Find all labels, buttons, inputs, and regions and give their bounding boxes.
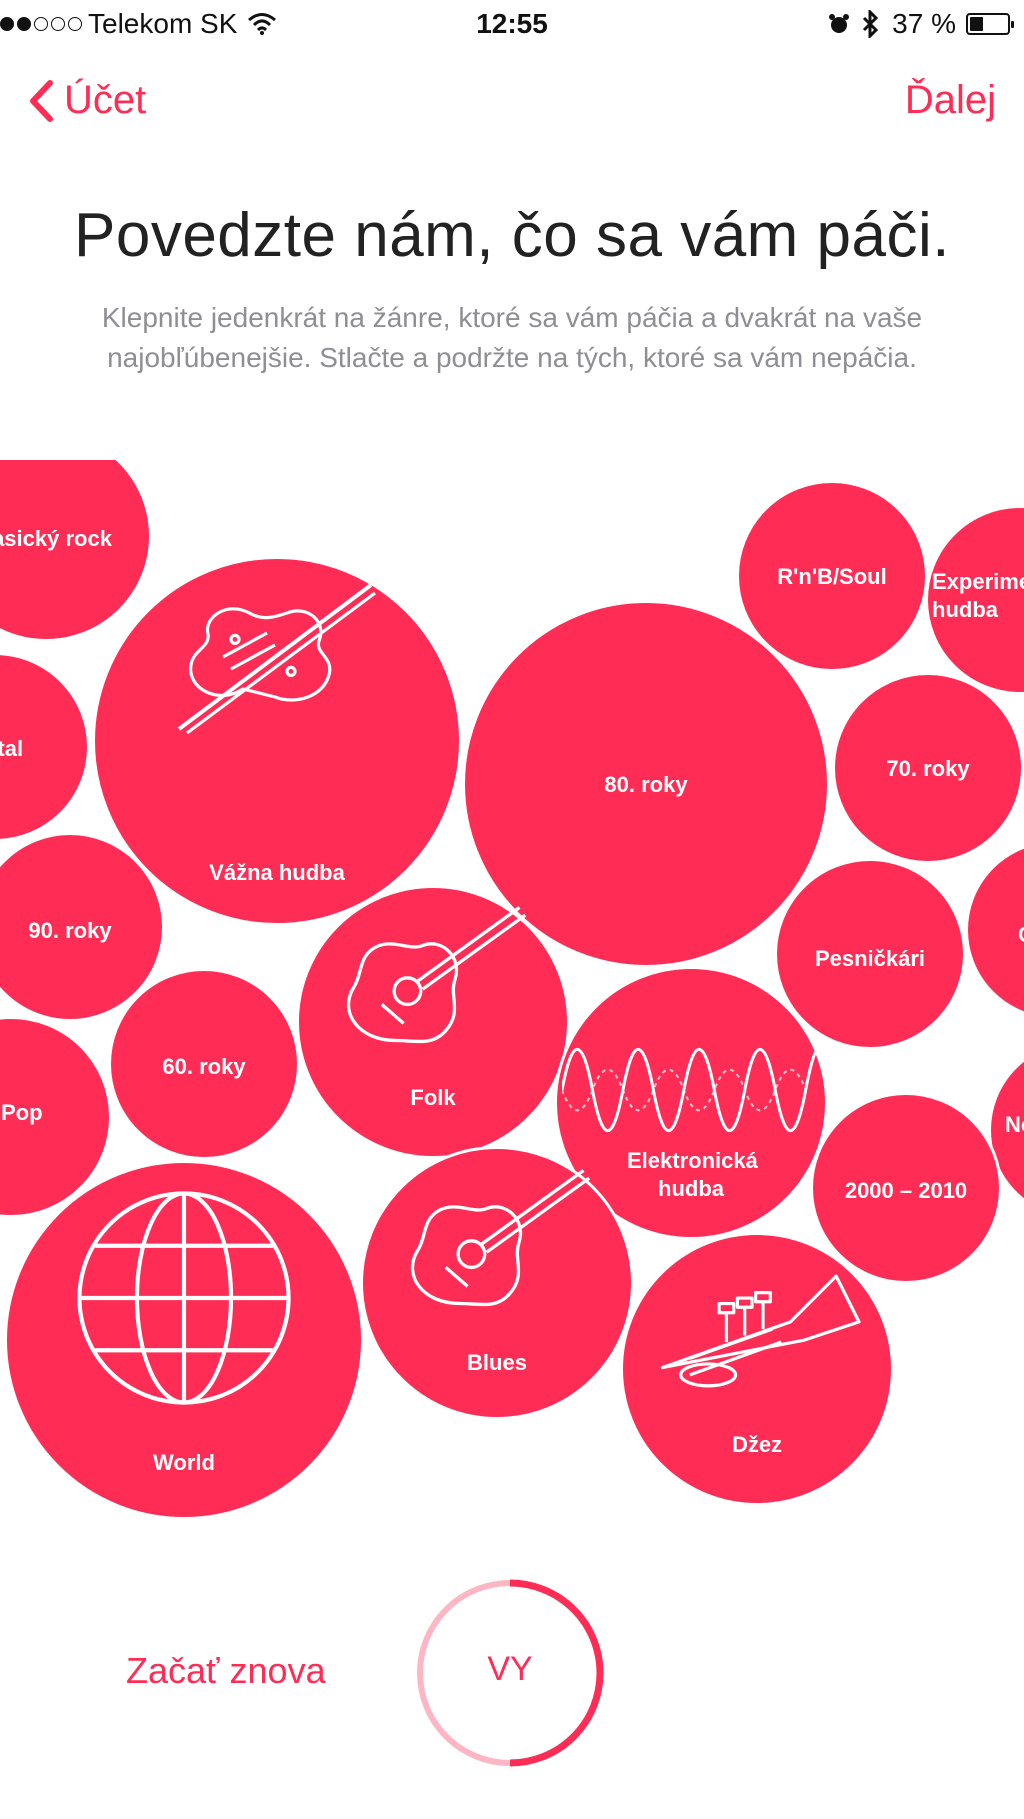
genre-label: New age — [1005, 1112, 1024, 1137]
genre-label: Elektronická hudba — [627, 1148, 758, 1201]
genre-label: Metal — [0, 736, 24, 761]
status-bar: Telekom SK 12:55 37 % — [0, 0, 1024, 52]
genre-label: Blues — [467, 1350, 527, 1375]
page-subtitle: Klepnite jedenkrát na žánre, ktoré sa vá… — [101, 302, 923, 373]
genre-bubbles: Klasický rock Metal Vážna hudba R'n'B/So… — [0, 460, 1024, 1540]
bluetooth-icon — [863, 10, 879, 38]
alarm-icon — [829, 14, 850, 33]
genre-bubble-60-roky[interactable]: 60. roky — [108, 968, 300, 1160]
genre-label: Klasický rock — [0, 526, 112, 551]
genre-bubble-klasicky-rock[interactable]: Klasický rock — [0, 460, 152, 642]
genre-label: 90. roky — [28, 918, 112, 943]
genre-label: Pop — [1, 1100, 43, 1125]
genre-label: 80. roky — [604, 772, 688, 797]
genre-label: Experimentálna hudba — [932, 569, 1024, 622]
page-title: Povedzte nám, čo sa vám páči. — [73, 201, 951, 270]
genre-bubble-pesnickari[interactable]: Pesničkári — [774, 858, 966, 1050]
guitar-icon — [346, 906, 527, 1044]
genre-label: World — [153, 1450, 215, 1475]
genre-bubble-vazna-hudba[interactable]: Vážna hudba — [92, 556, 462, 926]
status-right: 37 % — [828, 8, 1014, 40]
genre-bubble-country[interactable]: Country — [965, 840, 1024, 1020]
globe-icon — [77, 1191, 291, 1405]
you-label: VY — [487, 1650, 533, 1688]
genre-label: 2000 – 2010 — [844, 1178, 968, 1203]
battery-percent: 37 % — [892, 8, 956, 39]
genre-label: Pesničkári — [814, 946, 926, 971]
back-label: Účet — [64, 78, 147, 122]
genre-bubble-dzez[interactable]: Džez — [620, 1232, 894, 1506]
battery-icon — [966, 13, 1014, 35]
genre-label: Džez — [731, 1432, 783, 1457]
genre-bubble-metal[interactable]: Metal — [0, 652, 90, 842]
genre-bubble-70-roky[interactable]: 70. roky — [832, 672, 1024, 864]
violin-icon — [177, 583, 376, 735]
navigation-bar: Účet Ďalej — [0, 62, 1024, 142]
genre-label: Folk — [410, 1085, 456, 1110]
genre-label: R'n'B/Soul — [777, 564, 887, 589]
chevron-left-icon — [30, 79, 53, 122]
guitar-icon — [410, 1169, 591, 1307]
genre-label: Country — [968, 921, 1024, 949]
genre-bubble-experimental[interactable]: Experimentálna hudba — [925, 505, 1024, 695]
restart-button[interactable]: Začať znova — [126, 1650, 326, 1692]
back-button[interactable]: Účet — [28, 78, 146, 123]
trumpet-icon — [660, 1274, 861, 1388]
genre-bubble-world[interactable]: World — [4, 1160, 364, 1520]
genre-bubble-blues[interactable]: Blues — [360, 1146, 634, 1420]
genre-label: 60. roky — [162, 1054, 246, 1079]
genre-bubble-2000-2010[interactable]: 2000 – 2010 — [810, 1092, 1002, 1284]
genre-label: 70. roky — [886, 756, 970, 781]
genre-bubble-folk[interactable]: Folk — [296, 885, 570, 1159]
waveform-icon — [562, 1048, 826, 1132]
next-button[interactable]: Ďalej — [905, 78, 996, 123]
